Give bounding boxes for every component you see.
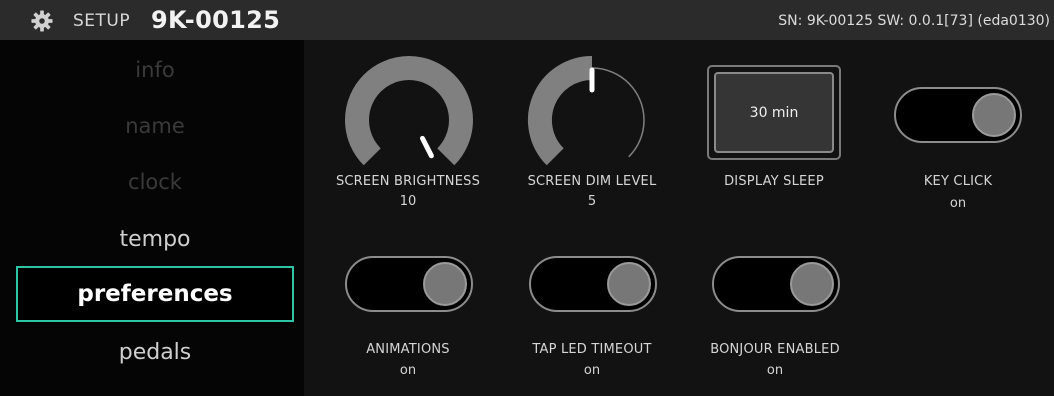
display-sleep-button[interactable]: 30 min <box>707 65 841 160</box>
device-id: 9K-00125 <box>151 6 281 34</box>
tap-led-timeout-label: TAP LED TIMEOUT <box>532 342 652 357</box>
animations-toggle-thumb <box>423 262 467 306</box>
key-click-value: on <box>949 196 967 211</box>
sidebar-item-preferences[interactable]: preferences <box>16 266 294 322</box>
sidebar-item-tempo[interactable]: tempo <box>16 212 294 268</box>
animations-toggle[interactable] <box>345 256 473 312</box>
sidebar-item-pedals[interactable]: pedals <box>16 325 294 381</box>
screen-brightness-value: 10 <box>399 194 417 209</box>
screen-brightness-knob[interactable] <box>339 50 479 190</box>
tap-led-timeout-toggle[interactable] <box>529 256 657 312</box>
bonjour-enabled-toggle[interactable] <box>712 256 840 312</box>
screen-dim-level-knob[interactable] <box>522 50 662 190</box>
animations-value: on <box>399 363 417 378</box>
screen-brightness-label: SCREEN BRIGHTNESS <box>335 174 481 189</box>
screen-dim-level-label: SCREEN DIM LEVEL <box>527 174 657 189</box>
sidebar-item-clock[interactable]: clock <box>16 154 294 210</box>
header-bar: SETUP 9K-00125 SN: 9K-00125 SW: 0.0.1[73… <box>0 0 1054 40</box>
sidebar-item-name[interactable]: name <box>16 98 294 154</box>
sidebar-item-info[interactable]: info <box>16 42 294 98</box>
gear-icon <box>31 10 53 32</box>
display-sleep-value: 30 min <box>714 72 834 153</box>
tap-led-timeout-value: on <box>583 363 601 378</box>
setup-label: SETUP <box>73 11 131 31</box>
bonjour-enabled-label: BONJOUR ENABLED <box>710 342 840 357</box>
serial-software-info: SN: 9K-00125 SW: 0.0.1[73] (eda0130) <box>778 13 1050 29</box>
key-click-label: KEY CLICK <box>923 174 993 189</box>
sidebar: info name clock tempo preferences pedals <box>0 40 304 396</box>
key-click-toggle[interactable] <box>894 87 1022 143</box>
animations-label: ANIMATIONS <box>366 342 450 357</box>
bonjour-enabled-value: on <box>766 363 784 378</box>
screen-dim-level-value: 5 <box>587 194 597 209</box>
display-sleep-label: DISPLAY SLEEP <box>724 174 824 189</box>
bonjour-enabled-toggle-thumb <box>790 262 834 306</box>
tap-led-timeout-toggle-thumb <box>607 262 651 306</box>
key-click-toggle-thumb <box>972 93 1016 137</box>
